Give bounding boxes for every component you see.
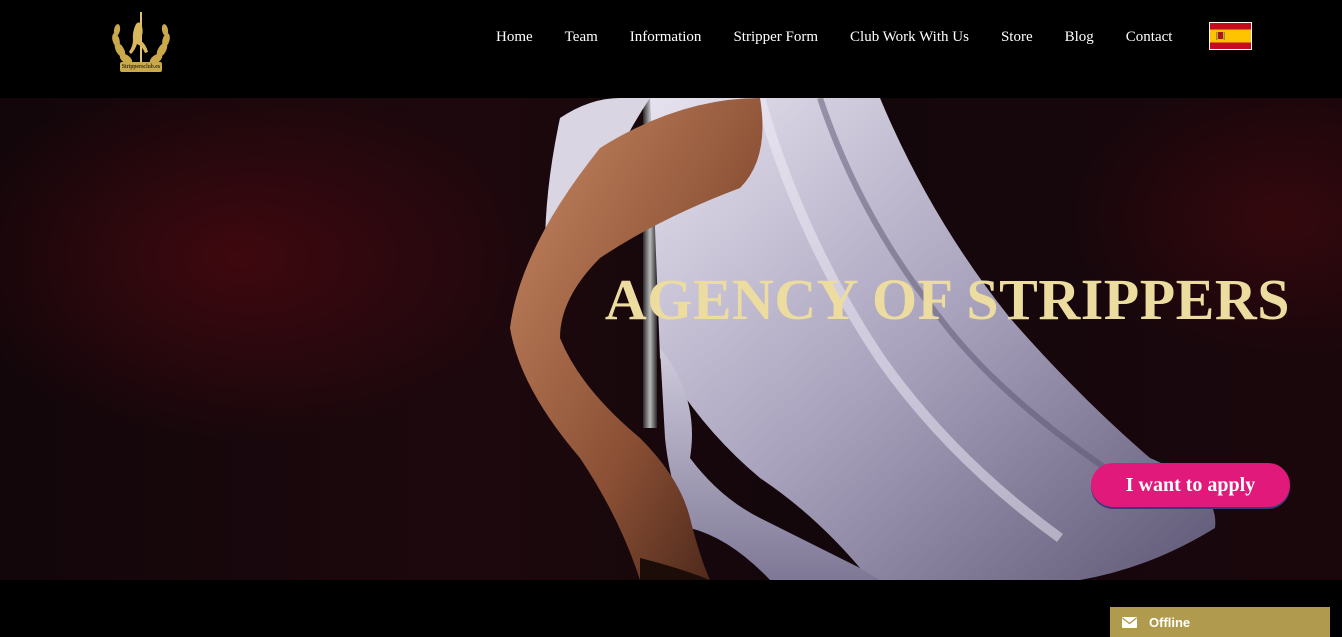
chat-offline-widget[interactable]: Offline <box>1110 607 1330 637</box>
envelope-icon <box>1122 616 1137 628</box>
nav-store[interactable]: Store <box>985 27 1049 47</box>
nav-team[interactable]: Team <box>549 27 614 47</box>
nav-contact[interactable]: Contact <box>1110 27 1189 47</box>
logo-text: Strippersclub.es <box>121 64 161 70</box>
dancer-pole-image <box>510 98 1216 580</box>
spain-flag-icon[interactable] <box>1209 22 1252 50</box>
nav-club-work-with-us[interactable]: Club Work With Us <box>834 27 985 47</box>
main-nav: Home Team Information Stripper Form Club… <box>480 27 1188 47</box>
nav-stripper-form[interactable]: Stripper Form <box>717 27 834 47</box>
chat-status-label: Offline <box>1149 614 1191 630</box>
site-logo[interactable]: Strippersclub.es <box>106 10 176 76</box>
hero-title: AGENCY OF STRIPPERS <box>604 267 1290 332</box>
apply-button[interactable]: I want to apply <box>1091 463 1290 507</box>
nav-blog[interactable]: Blog <box>1049 27 1110 47</box>
nav-information[interactable]: Information <box>614 27 718 47</box>
nav-home[interactable]: Home <box>480 27 549 47</box>
site-header: Strippersclub.es Home Team Information S… <box>0 0 1342 98</box>
hero-banner: AGENCY OF STRIPPERS I want to apply <box>0 98 1342 580</box>
